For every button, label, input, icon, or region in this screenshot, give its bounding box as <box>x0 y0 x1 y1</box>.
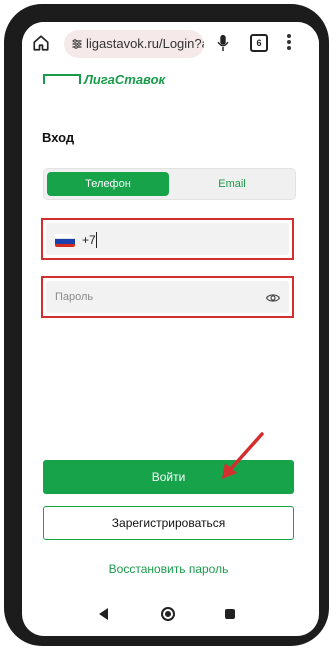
tab-phone[interactable]: Телефон <box>47 172 169 196</box>
back-icon[interactable] <box>98 608 110 620</box>
home-nav-icon[interactable] <box>161 607 175 621</box>
login-method-toggle: Телефон Email <box>43 168 296 200</box>
home-icon[interactable] <box>32 34 50 52</box>
password-field[interactable]: Пароль <box>46 281 289 313</box>
text-caret <box>96 232 97 248</box>
password-placeholder: Пароль <box>55 291 94 303</box>
browser-toolbar: ligastavok.ru/Login?ac 6 <box>22 22 319 66</box>
address-bar[interactable]: ligastavok.ru/Login?ac <box>64 30 204 58</box>
phone-frame: ligastavok.ru/Login?ac 6 ЛигаСтавок Вход… <box>4 4 329 646</box>
password-field-highlight: Пароль <box>41 276 294 318</box>
phone-prefix: +7 <box>82 233 96 247</box>
brand-logo: ЛигаСтавок <box>40 72 190 94</box>
phone-field-highlight: +7 <box>41 218 294 260</box>
mic-icon[interactable] <box>216 34 230 52</box>
screen: ligastavok.ru/Login?ac 6 ЛигаСтавок Вход… <box>22 22 319 636</box>
red-arrow-annotation <box>222 432 264 479</box>
restore-password-link[interactable]: Восстановить пароль <box>43 562 294 576</box>
recent-apps-icon[interactable] <box>225 609 235 619</box>
phone-field[interactable]: +7 <box>46 223 289 255</box>
more-vert-icon[interactable] <box>286 34 292 52</box>
eye-icon[interactable] <box>266 291 280 305</box>
russia-flag-icon[interactable] <box>55 234 75 247</box>
page-title: Вход <box>42 130 75 145</box>
register-button[interactable]: Зарегистрироваться <box>43 506 294 540</box>
url-text[interactable]: ligastavok.ru/Login?ac <box>86 36 204 51</box>
logo-mark <box>43 74 81 84</box>
tab-email[interactable]: Email <box>172 172 292 196</box>
logo-text: ЛигаСтавок <box>84 72 166 87</box>
tabs-icon[interactable]: 6 <box>250 34 268 52</box>
tune-icon[interactable] <box>71 38 83 50</box>
